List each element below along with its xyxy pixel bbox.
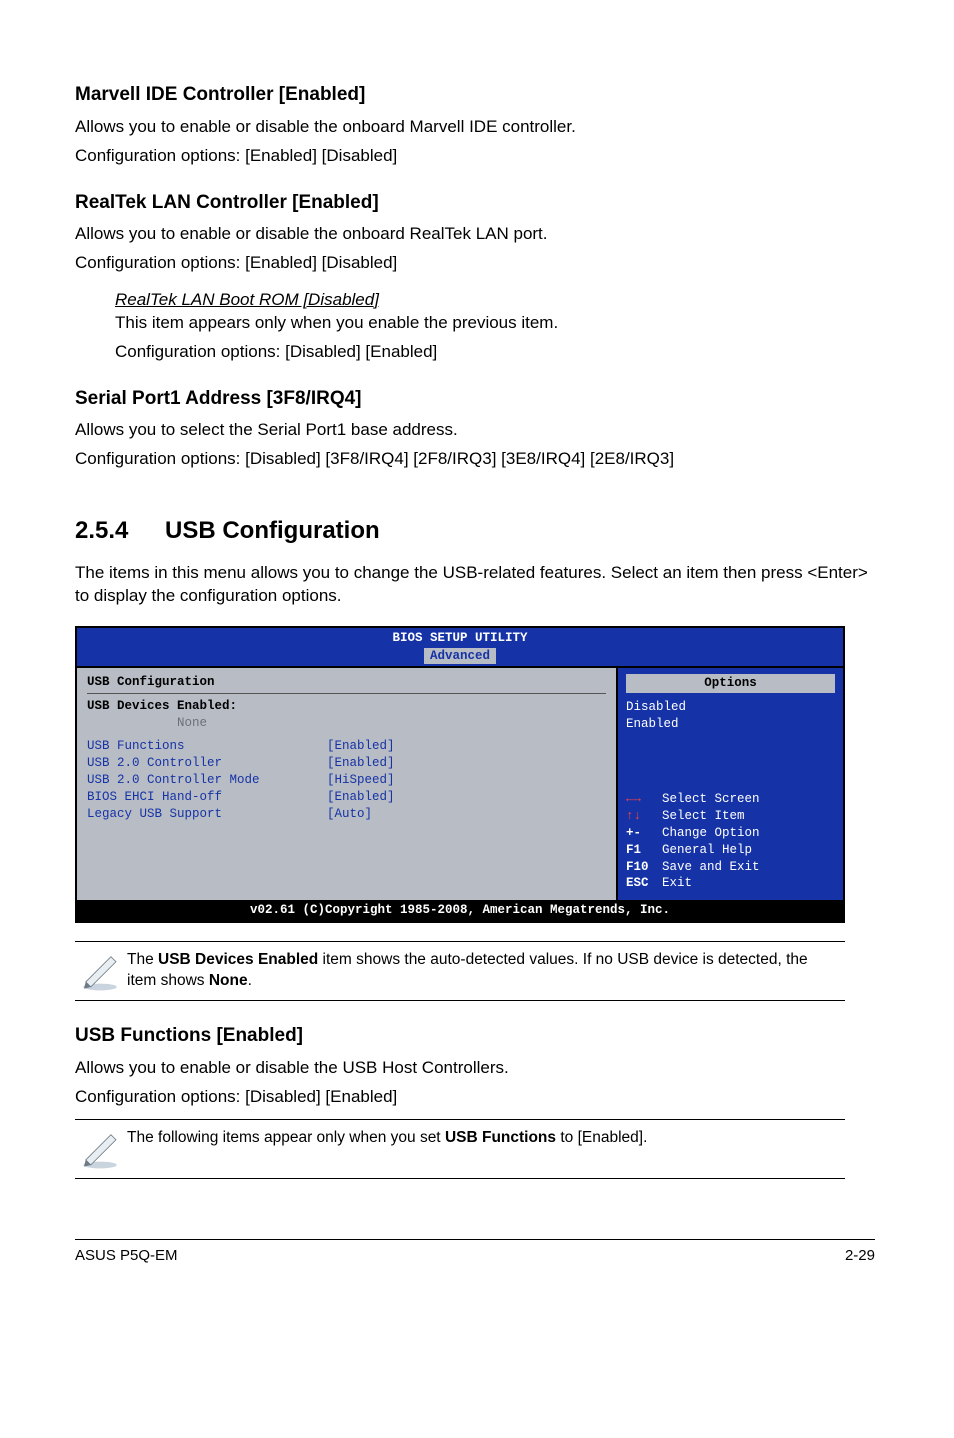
bios-label: BIOS EHCI Hand-off <box>87 789 327 806</box>
bios-row-usb20-controller: USB 2.0 Controller [Enabled] <box>87 755 606 772</box>
bios-title: BIOS SETUP UTILITY <box>77 630 843 647</box>
bios-copyright-footer: v02.61 (C)Copyright 1985-2008, American … <box>77 900 843 921</box>
arrows-lr-icon: ←→ <box>626 791 662 808</box>
note-text-bold: None <box>209 972 248 989</box>
bios-label: USB 2.0 Controller Mode <box>87 772 327 789</box>
bios-label: USB 2.0 Controller <box>87 755 327 772</box>
bios-hint-key: ESC <box>626 875 662 892</box>
text-marvell-desc: Allows you to enable or disable the onbo… <box>75 116 879 139</box>
heading-serial-port: Serial Port1 Address [3F8/IRQ4] <box>75 386 879 412</box>
bios-label: Legacy USB Support <box>87 806 327 823</box>
bios-tab-advanced: Advanced <box>424 648 496 665</box>
text-usb-functions-desc: Allows you to enable or disable the USB … <box>75 1057 879 1080</box>
text-bootrom-desc: This item appears only when you enable t… <box>115 312 879 335</box>
bios-hint-change-option: +- Change Option <box>626 825 835 842</box>
section-title: USB Configuration <box>165 517 380 544</box>
bios-hint-key: F1 <box>626 842 662 859</box>
note-text: The following items appear only when you… <box>127 1128 647 1149</box>
page-footer: ASUS P5Q-EM 2-29 <box>75 1239 875 1266</box>
text-serial-opts: Configuration options: [Disabled] [3F8/I… <box>75 448 879 471</box>
bios-option-enabled: Enabled <box>626 716 835 733</box>
bios-hint-text: General Help <box>662 842 752 859</box>
bios-hint-key: F10 <box>626 859 662 876</box>
bios-hint-key: +- <box>626 825 662 842</box>
pencil-note-icon <box>79 950 127 992</box>
pencil-note-icon <box>79 1128 127 1170</box>
bios-value: [Enabled] <box>327 738 395 755</box>
bios-hint-select-item: ↑↓ Select Item <box>626 808 835 825</box>
section-number: 2.5.4 <box>75 515 165 547</box>
note-text-fragment: The following items appear only when you… <box>127 1129 445 1146</box>
text-usb-functions-opts: Configuration options: [Disabled] [Enabl… <box>75 1086 879 1109</box>
bios-row-legacy-usb: Legacy USB Support [Auto] <box>87 806 606 823</box>
note-text-fragment: to [Enabled]. <box>556 1129 647 1146</box>
text-serial-desc: Allows you to select the Serial Port1 ba… <box>75 419 879 442</box>
note-text-bold: USB Functions <box>445 1129 556 1146</box>
bios-row-usb20-mode: USB 2.0 Controller Mode [HiSpeed] <box>87 772 606 789</box>
heading-realtek-lan: RealTek LAN Controller [Enabled] <box>75 190 879 216</box>
bios-option-disabled: Disabled <box>626 699 835 716</box>
subheading-realtek-bootrom: RealTek LAN Boot ROM [Disabled] <box>115 289 879 312</box>
footer-product: ASUS P5Q-EM <box>75 1246 178 1266</box>
bios-hint-text: Save and Exit <box>662 859 760 876</box>
bios-options-header: Options <box>626 674 835 693</box>
note-following-items: The following items appear only when you… <box>75 1119 845 1179</box>
bios-value: [HiSpeed] <box>327 772 395 789</box>
text-bootrom-opts: Configuration options: [Disabled] [Enabl… <box>115 341 879 364</box>
note-usb-devices-enabled: The USB Devices Enabled item shows the a… <box>75 941 845 1001</box>
note-text: The USB Devices Enabled item shows the a… <box>127 950 841 992</box>
bios-options-list: Disabled Enabled <box>626 699 835 733</box>
bios-left-panel: USB Configuration USB Devices Enabled: N… <box>77 666 618 900</box>
heading-usb-config: 2.5.4USB Configuration <box>75 515 879 547</box>
bios-value: [Enabled] <box>327 755 395 772</box>
bios-config-title: USB Configuration <box>87 674 606 694</box>
heading-marvell: Marvell IDE Controller [Enabled] <box>75 82 879 108</box>
note-text-fragment: . <box>248 972 252 989</box>
bios-row-usb-functions: USB Functions [Enabled] <box>87 738 606 755</box>
text-realtek-desc: Allows you to enable or disable the onbo… <box>75 223 879 246</box>
bios-hint-exit: ESC Exit <box>626 875 835 892</box>
bios-devices-none: None <box>177 715 606 732</box>
bios-devices-enabled-label: USB Devices Enabled: <box>87 698 606 715</box>
text-usb-config-desc: The items in this menu allows you to cha… <box>75 562 879 608</box>
bios-value: [Auto] <box>327 806 372 823</box>
bios-hint-text: Change Option <box>662 825 760 842</box>
bios-hint-save-exit: F10 Save and Exit <box>626 859 835 876</box>
bios-hint-text: Exit <box>662 875 692 892</box>
arrows-ud-icon: ↑↓ <box>626 808 662 825</box>
heading-usb-functions: USB Functions [Enabled] <box>75 1023 879 1049</box>
bios-titlebar: BIOS SETUP UTILITY Advanced <box>77 628 843 667</box>
bios-hint-general-help: F1 General Help <box>626 842 835 859</box>
text-realtek-opts: Configuration options: [Enabled] [Disabl… <box>75 252 879 275</box>
note-text-bold: USB Devices Enabled <box>158 951 318 968</box>
bios-row-ehci-handoff: BIOS EHCI Hand-off [Enabled] <box>87 789 606 806</box>
text-marvell-opts: Configuration options: [Enabled] [Disabl… <box>75 145 879 168</box>
footer-page-number: 2-29 <box>845 1246 875 1266</box>
bios-screenshot: BIOS SETUP UTILITY Advanced USB Configur… <box>75 626 845 924</box>
bios-value: [Enabled] <box>327 789 395 806</box>
bios-hint-select-screen: ←→ Select Screen <box>626 791 835 808</box>
bios-right-panel: Options Disabled Enabled ←→ Select Scree… <box>618 666 843 900</box>
bios-hint-text: Select Screen <box>662 791 760 808</box>
bios-hint-text: Select Item <box>662 808 745 825</box>
bios-label: USB Functions <box>87 738 327 755</box>
note-text-fragment: The <box>127 951 158 968</box>
